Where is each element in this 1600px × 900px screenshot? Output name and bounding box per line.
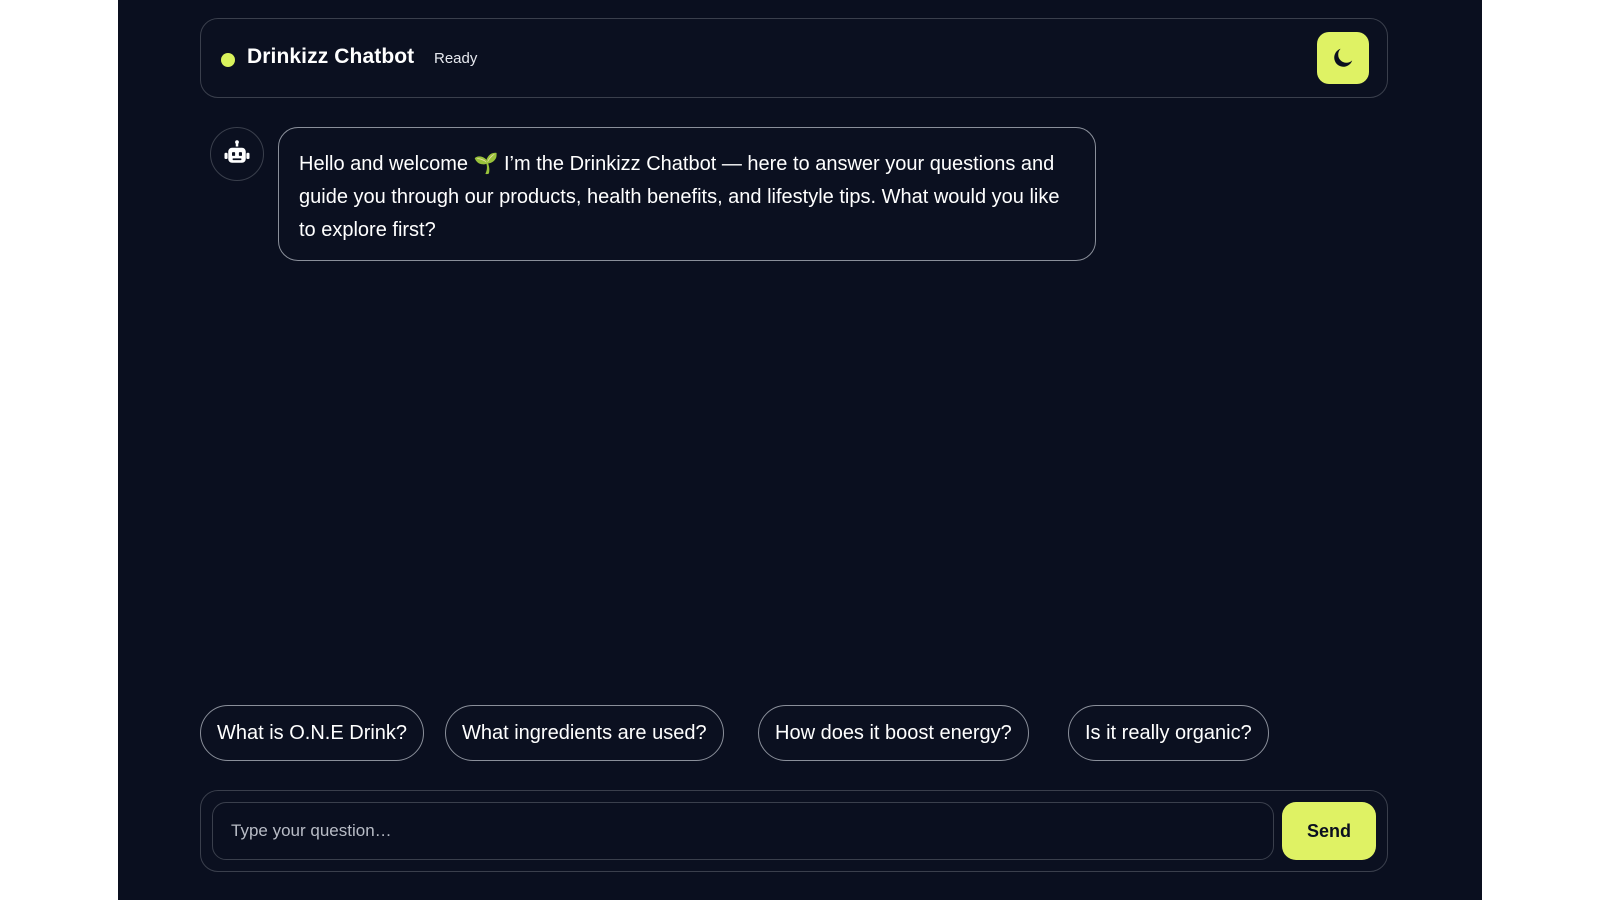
robot-icon bbox=[224, 140, 250, 163]
send-button[interactable]: Send bbox=[1282, 802, 1376, 860]
bot-message-bubble: Hello and welcome 🌱 I’m the Drinkizz Cha… bbox=[278, 127, 1096, 261]
question-input[interactable] bbox=[212, 802, 1274, 860]
chatbot-title: Drinkizz Chatbot bbox=[247, 45, 415, 68]
message-composer: Send bbox=[200, 790, 1388, 872]
status-indicator-dot bbox=[221, 53, 235, 67]
suggestion-chip-organic[interactable]: Is it really organic? bbox=[1068, 705, 1269, 761]
chat-header: Drinkizz Chatbot Ready bbox=[200, 18, 1388, 98]
bot-avatar bbox=[210, 127, 264, 181]
message-text-start: Hello and welcome bbox=[299, 153, 474, 175]
chat-app: Drinkizz Chatbot Ready Hello and welcome… bbox=[118, 0, 1482, 900]
status-text: Ready bbox=[434, 50, 478, 67]
seedling-icon: 🌱 bbox=[473, 153, 499, 175]
suggestion-chip-ingredients[interactable]: What ingredients are used? bbox=[445, 705, 724, 761]
suggestion-chip-boost-energy[interactable]: How does it boost energy? bbox=[758, 705, 1029, 761]
moon-icon bbox=[1334, 48, 1353, 67]
theme-toggle-button[interactable] bbox=[1317, 32, 1369, 84]
suggestion-chip-what-is-one-drink[interactable]: What is O.N.E Drink? bbox=[200, 705, 425, 761]
